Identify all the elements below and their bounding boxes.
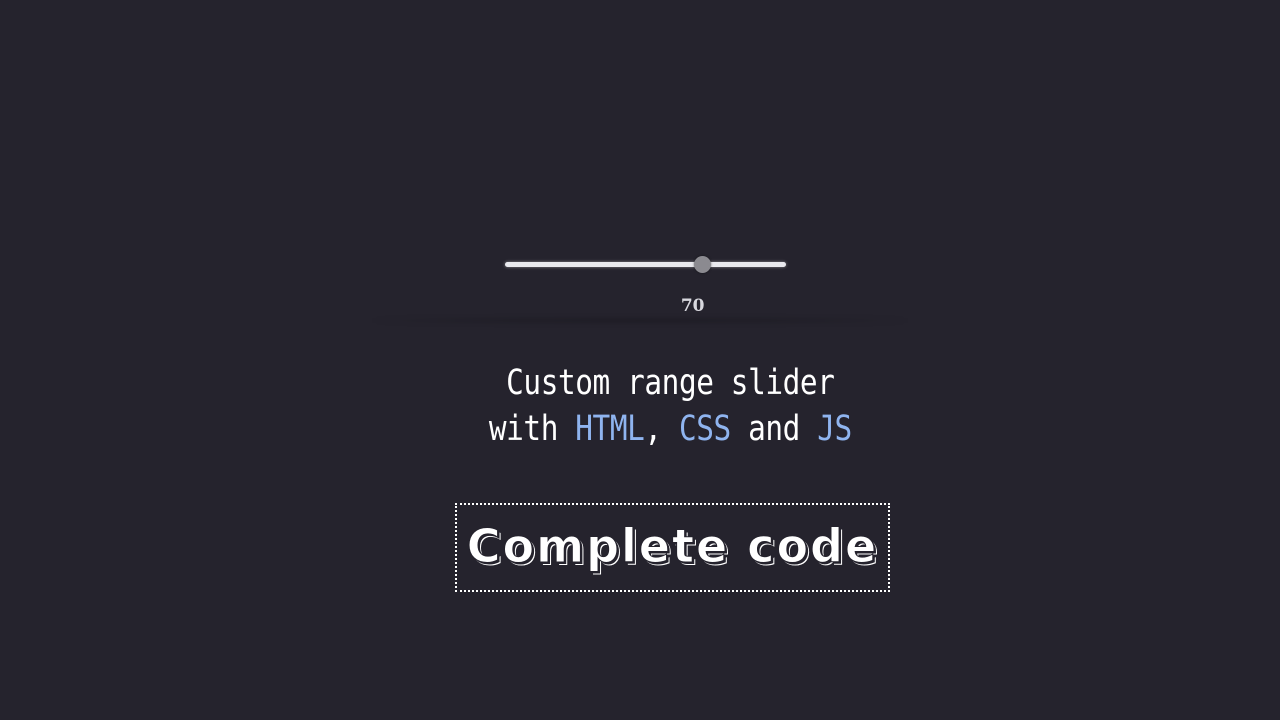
headline-line-1: Custom range slider: [506, 363, 835, 403]
slider-shadow: [370, 318, 910, 323]
headline-comma: ,: [644, 409, 679, 449]
range-slider: 70: [370, 236, 910, 328]
headline: Custom range slider with HTML, CSS and J…: [108, 360, 1234, 452]
headline-html: HTML: [575, 409, 645, 449]
slider-value-label: 70: [680, 296, 705, 316]
headline-css: CSS: [678, 409, 731, 449]
headline-js: JS: [817, 409, 852, 449]
headline-with: with: [488, 409, 576, 449]
complete-code-label: Complete code: [466, 518, 879, 573]
headline-line-2: with HTML, CSS and JS: [108, 406, 1234, 452]
complete-code-button[interactable]: Complete code: [455, 503, 890, 592]
headline-and: and: [730, 409, 818, 449]
slider-thumb[interactable]: [693, 256, 711, 273]
slider-track[interactable]: [505, 256, 786, 273]
